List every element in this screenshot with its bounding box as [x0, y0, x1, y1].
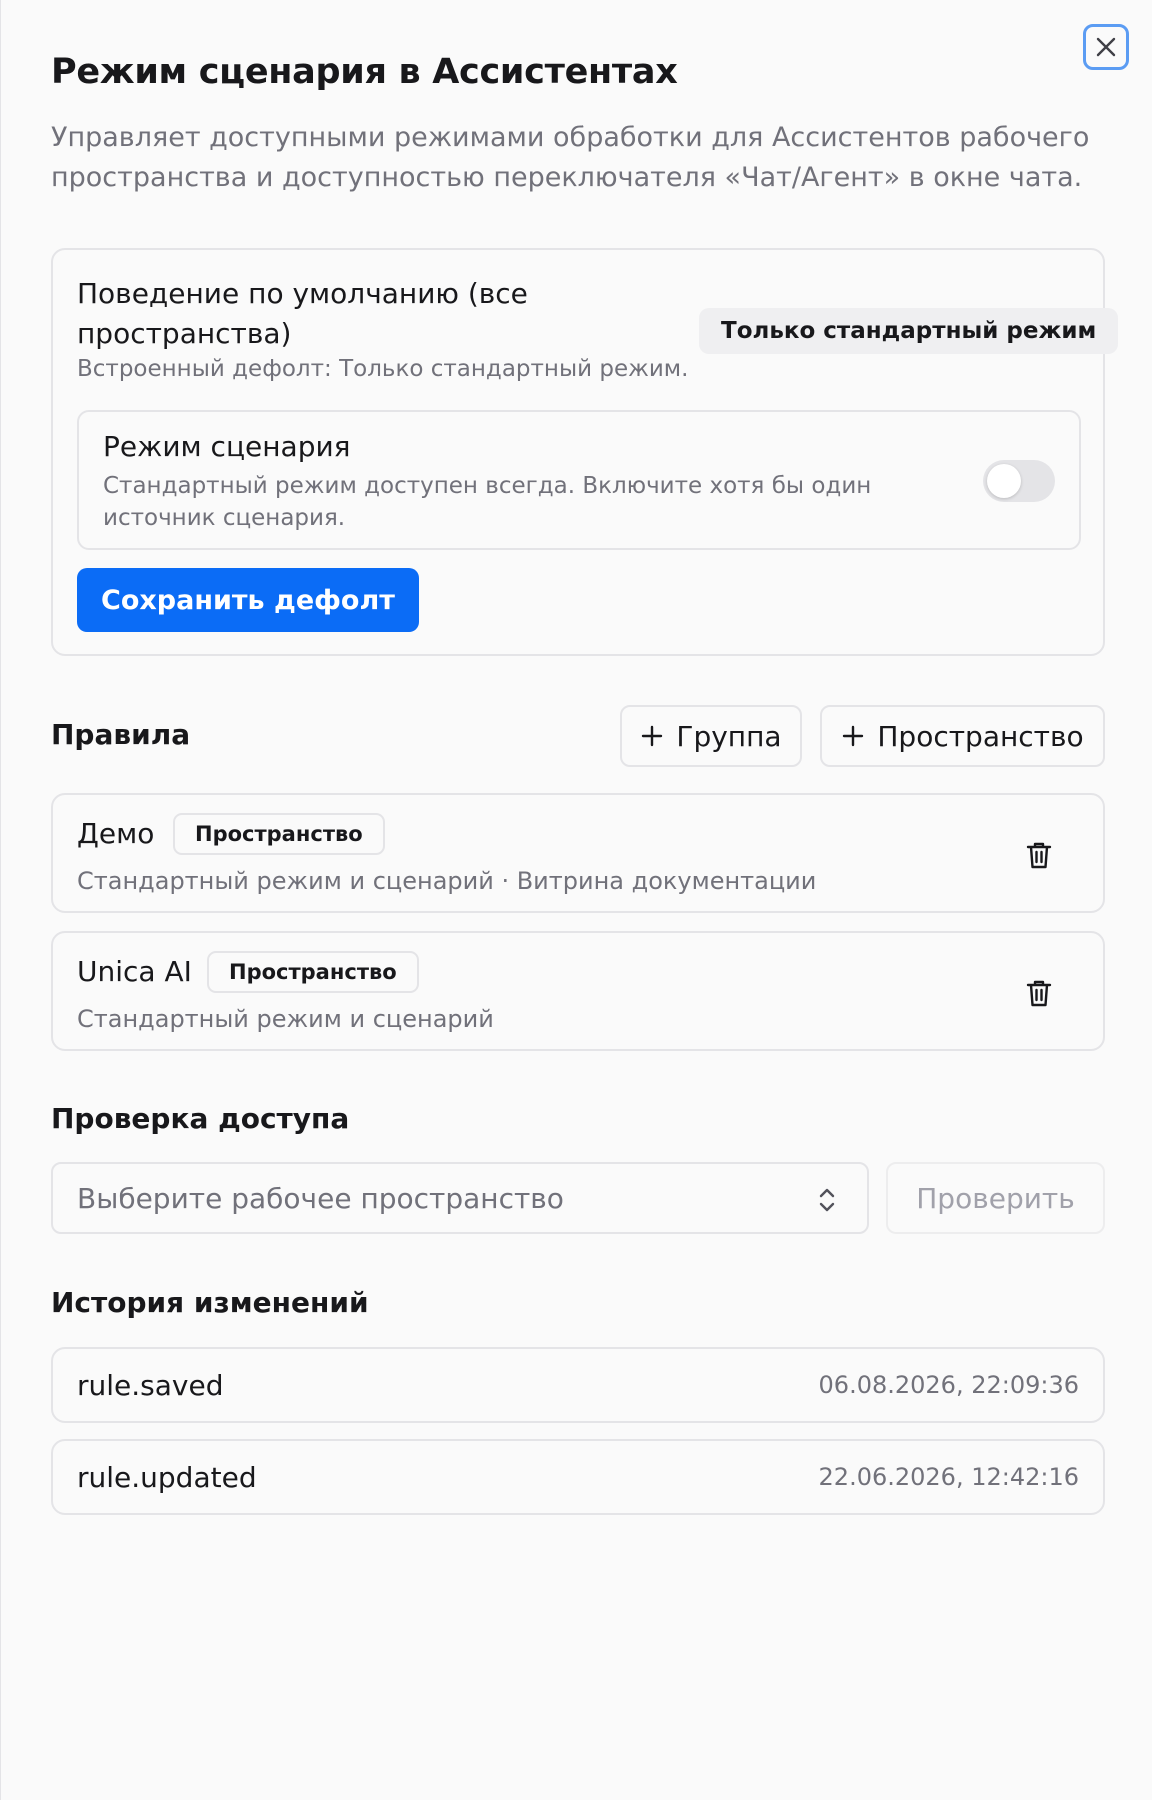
history-timestamp: 06.08.2026, 22:09:36 — [818, 1371, 1079, 1399]
history-event: rule.saved — [77, 1369, 224, 1402]
rules-section-title: Правила — [51, 718, 191, 751]
scenario-mode-title: Режим сценария — [103, 430, 351, 463]
dialog-subtitle: Управляет доступными режимами обработки … — [51, 122, 1090, 193]
rule-item: Unica AI Пространство Стандартный режим … — [51, 931, 1105, 1051]
plus-icon — [642, 725, 663, 747]
scenario-mode-dialog: Режим сценария в Ассистентах Управляет д… — [0, 0, 1152, 1800]
rule-name: Unica AI — [77, 955, 192, 988]
rule-item: Демо Пространство Стандартный режим и сц… — [51, 793, 1105, 913]
rule-name: Демо — [77, 817, 155, 850]
add-group-label: Группа — [676, 719, 782, 753]
workspace-select-placeholder: Выберите рабочее пространство — [77, 1182, 564, 1215]
default-behavior-title: Поведение по умолчанию (все пространства… — [77, 277, 528, 350]
save-default-button[interactable]: Сохранить дефолт — [77, 568, 419, 632]
access-check-title: Проверка доступа — [51, 1102, 350, 1135]
rule-description: Стандартный режим и сценарий · Витрина д… — [77, 867, 817, 895]
history-item: rule.updated 22.06.2026, 12:42:16 — [51, 1439, 1105, 1515]
builtin-default-note: Встроенный дефолт: Только стандартный ре… — [77, 356, 689, 382]
close-button[interactable] — [1083, 24, 1129, 70]
rule-scope-tag: Пространство — [173, 813, 385, 855]
add-group-button[interactable]: Группа — [620, 705, 802, 767]
workspace-select[interactable]: Выберите рабочее пространство — [51, 1162, 869, 1234]
chevron-up-down-icon — [819, 1188, 835, 1212]
rule-scope-tag: Пространство — [207, 951, 419, 993]
default-mode-badge: Только стандартный режим — [699, 308, 1119, 354]
scenario-mode-description: Стандартный режим доступен всегда. Включ… — [103, 473, 872, 531]
check-access-button[interactable]: Проверить — [886, 1162, 1105, 1234]
scenario-mode-setting: Режим сценария Стандартный режим доступе… — [77, 410, 1081, 550]
history-item: rule.saved 06.08.2026, 22:09:36 — [51, 1347, 1105, 1423]
scenario-mode-toggle[interactable] — [983, 460, 1055, 502]
add-space-label: Пространство — [877, 719, 1084, 753]
dialog-title: Режим сценария в Ассистентах — [51, 52, 678, 92]
add-space-button[interactable]: Пространство — [820, 705, 1105, 767]
delete-rule-button[interactable] — [1019, 835, 1059, 875]
toggle-knob — [987, 464, 1021, 498]
delete-rule-button[interactable] — [1019, 973, 1059, 1013]
history-section-title: История изменений — [51, 1286, 369, 1319]
plus-icon — [843, 725, 864, 747]
history-timestamp: 22.06.2026, 12:42:16 — [818, 1463, 1079, 1491]
rule-description: Стандартный режим и сценарий — [77, 1005, 494, 1033]
trash-icon — [1026, 842, 1052, 869]
default-behavior-card: Поведение по умолчанию (все пространства… — [51, 248, 1119, 656]
trash-icon — [1026, 980, 1052, 1007]
close-icon — [1096, 37, 1116, 57]
history-event: rule.updated — [77, 1461, 257, 1494]
